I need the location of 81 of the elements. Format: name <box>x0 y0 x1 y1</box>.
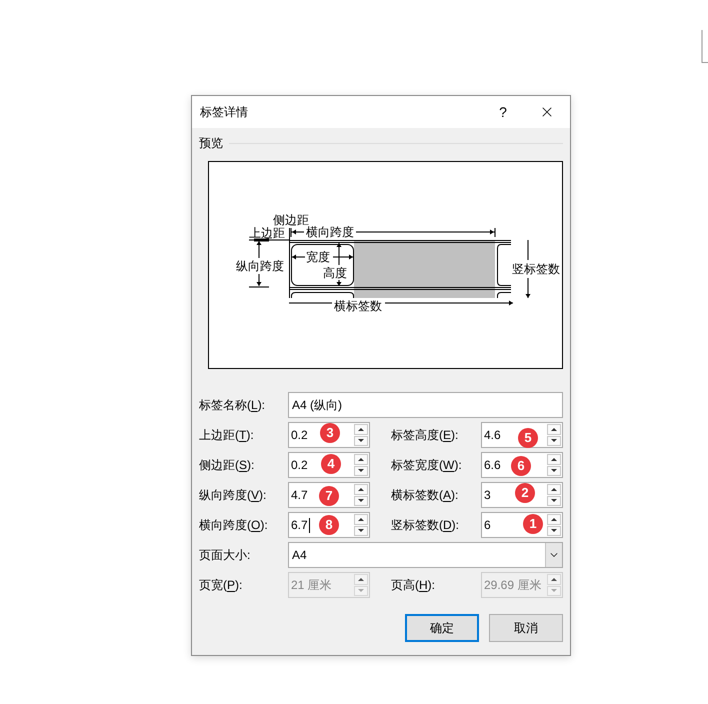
spin-down-button[interactable] <box>547 526 561 536</box>
spin-down-button[interactable] <box>354 496 368 506</box>
group-title: 预览 <box>199 135 223 152</box>
number-badge: 3 <box>320 423 340 443</box>
corner-mark-icon <box>701 30 708 63</box>
field-label: 横标签数(A): <box>391 488 458 502</box>
spin-up-button[interactable] <box>354 514 368 524</box>
dimension-label: 横向跨度 <box>306 225 354 239</box>
spin-up-button[interactable] <box>354 454 368 464</box>
dimension-label: 竖标签数 <box>512 262 560 276</box>
field-label: 标签名称(L): <box>199 398 266 412</box>
field-label: 纵向跨度(V): <box>199 488 266 502</box>
spin-up-button[interactable] <box>547 514 561 524</box>
down-triangle-icon <box>551 589 557 592</box>
down-triangle-icon <box>358 529 364 532</box>
spin-up-button[interactable] <box>354 484 368 494</box>
number-badge: 6 <box>511 456 531 476</box>
down-triangle-icon <box>358 589 364 592</box>
number-badge: 1 <box>523 514 543 534</box>
number-field[interactable]: 6.7 8 <box>288 512 370 538</box>
spin-down-button[interactable] <box>547 466 561 476</box>
field-label: 上边距(T): <box>199 428 254 442</box>
up-triangle-icon <box>551 458 557 461</box>
field-label: 页高(H): <box>391 578 436 592</box>
number-badge: 5 <box>518 428 538 448</box>
up-triangle-icon <box>358 518 364 521</box>
up-triangle-icon <box>551 518 557 521</box>
field-label: 侧边距(S): <box>199 458 254 472</box>
number-field[interactable]: 4.6 5 <box>481 422 563 448</box>
dimension-label: 高度 <box>323 266 347 280</box>
dimension-label: 宽度 <box>306 250 330 264</box>
number-field[interactable]: 0.2 3 <box>288 422 370 448</box>
text-input[interactable]: A4 (纵向) <box>288 392 563 418</box>
dimension-label: 侧边距 <box>273 213 309 227</box>
field-label: 页面大小: <box>199 548 250 562</box>
dimension-label: 纵向跨度 <box>236 259 284 273</box>
down-triangle-icon <box>358 439 364 442</box>
spin-up-button[interactable] <box>547 454 561 464</box>
down-triangle-icon <box>551 529 557 532</box>
number-badge: 8 <box>319 515 339 535</box>
number-badge: 4 <box>321 454 341 474</box>
field-label: 横向跨度(O): <box>199 518 268 532</box>
number-badge: 7 <box>319 486 339 506</box>
number-field[interactable]: 6.6 6 <box>481 452 563 478</box>
page-size-dropdown[interactable]: A4 <box>288 542 563 568</box>
field-label: 页宽(P): <box>199 578 242 592</box>
number-badge: 2 <box>515 483 535 503</box>
field-label: 标签高度(E): <box>391 428 458 442</box>
up-triangle-icon <box>551 488 557 491</box>
up-triangle-icon <box>551 578 557 581</box>
down-triangle-icon <box>358 499 364 502</box>
spin-down-button[interactable] <box>354 466 368 476</box>
spin-up-button[interactable] <box>547 484 561 494</box>
dimension-label: 横标签数 <box>334 299 382 313</box>
down-triangle-icon <box>358 469 364 472</box>
number-field[interactable]: 3 2 <box>481 482 563 508</box>
number-field[interactable]: 4.7 7 <box>288 482 370 508</box>
up-triangle-icon <box>358 458 364 461</box>
up-triangle-icon <box>551 428 557 431</box>
number-field[interactable]: 0.2 4 <box>288 452 370 478</box>
spin-down-button[interactable] <box>547 496 561 506</box>
down-triangle-icon <box>551 499 557 502</box>
spin-down-button[interactable] <box>354 436 368 446</box>
window-title: 标签详情 <box>199 104 248 121</box>
dimension-label: 上边距 <box>249 226 285 240</box>
field-label: 标签宽度(W): <box>391 458 462 472</box>
spin-up-button[interactable] <box>547 424 561 434</box>
dialog-button[interactable]: 取消 <box>489 614 563 642</box>
up-triangle-icon <box>358 428 364 431</box>
up-triangle-icon <box>358 578 364 581</box>
dialog-button[interactable]: 确定 <box>405 614 479 642</box>
number-field[interactable]: 6 1 <box>481 512 563 538</box>
help-button[interactable]: ? <box>488 96 518 128</box>
down-triangle-icon <box>551 469 557 472</box>
spin-down-button[interactable] <box>547 436 561 446</box>
up-triangle-icon <box>358 488 364 491</box>
down-triangle-icon <box>551 439 557 442</box>
spin-up-button[interactable] <box>354 424 368 434</box>
spin-down-button[interactable] <box>354 526 368 536</box>
dropdown-button[interactable] <box>545 543 562 567</box>
field-label: 竖标签数(D): <box>391 518 460 532</box>
